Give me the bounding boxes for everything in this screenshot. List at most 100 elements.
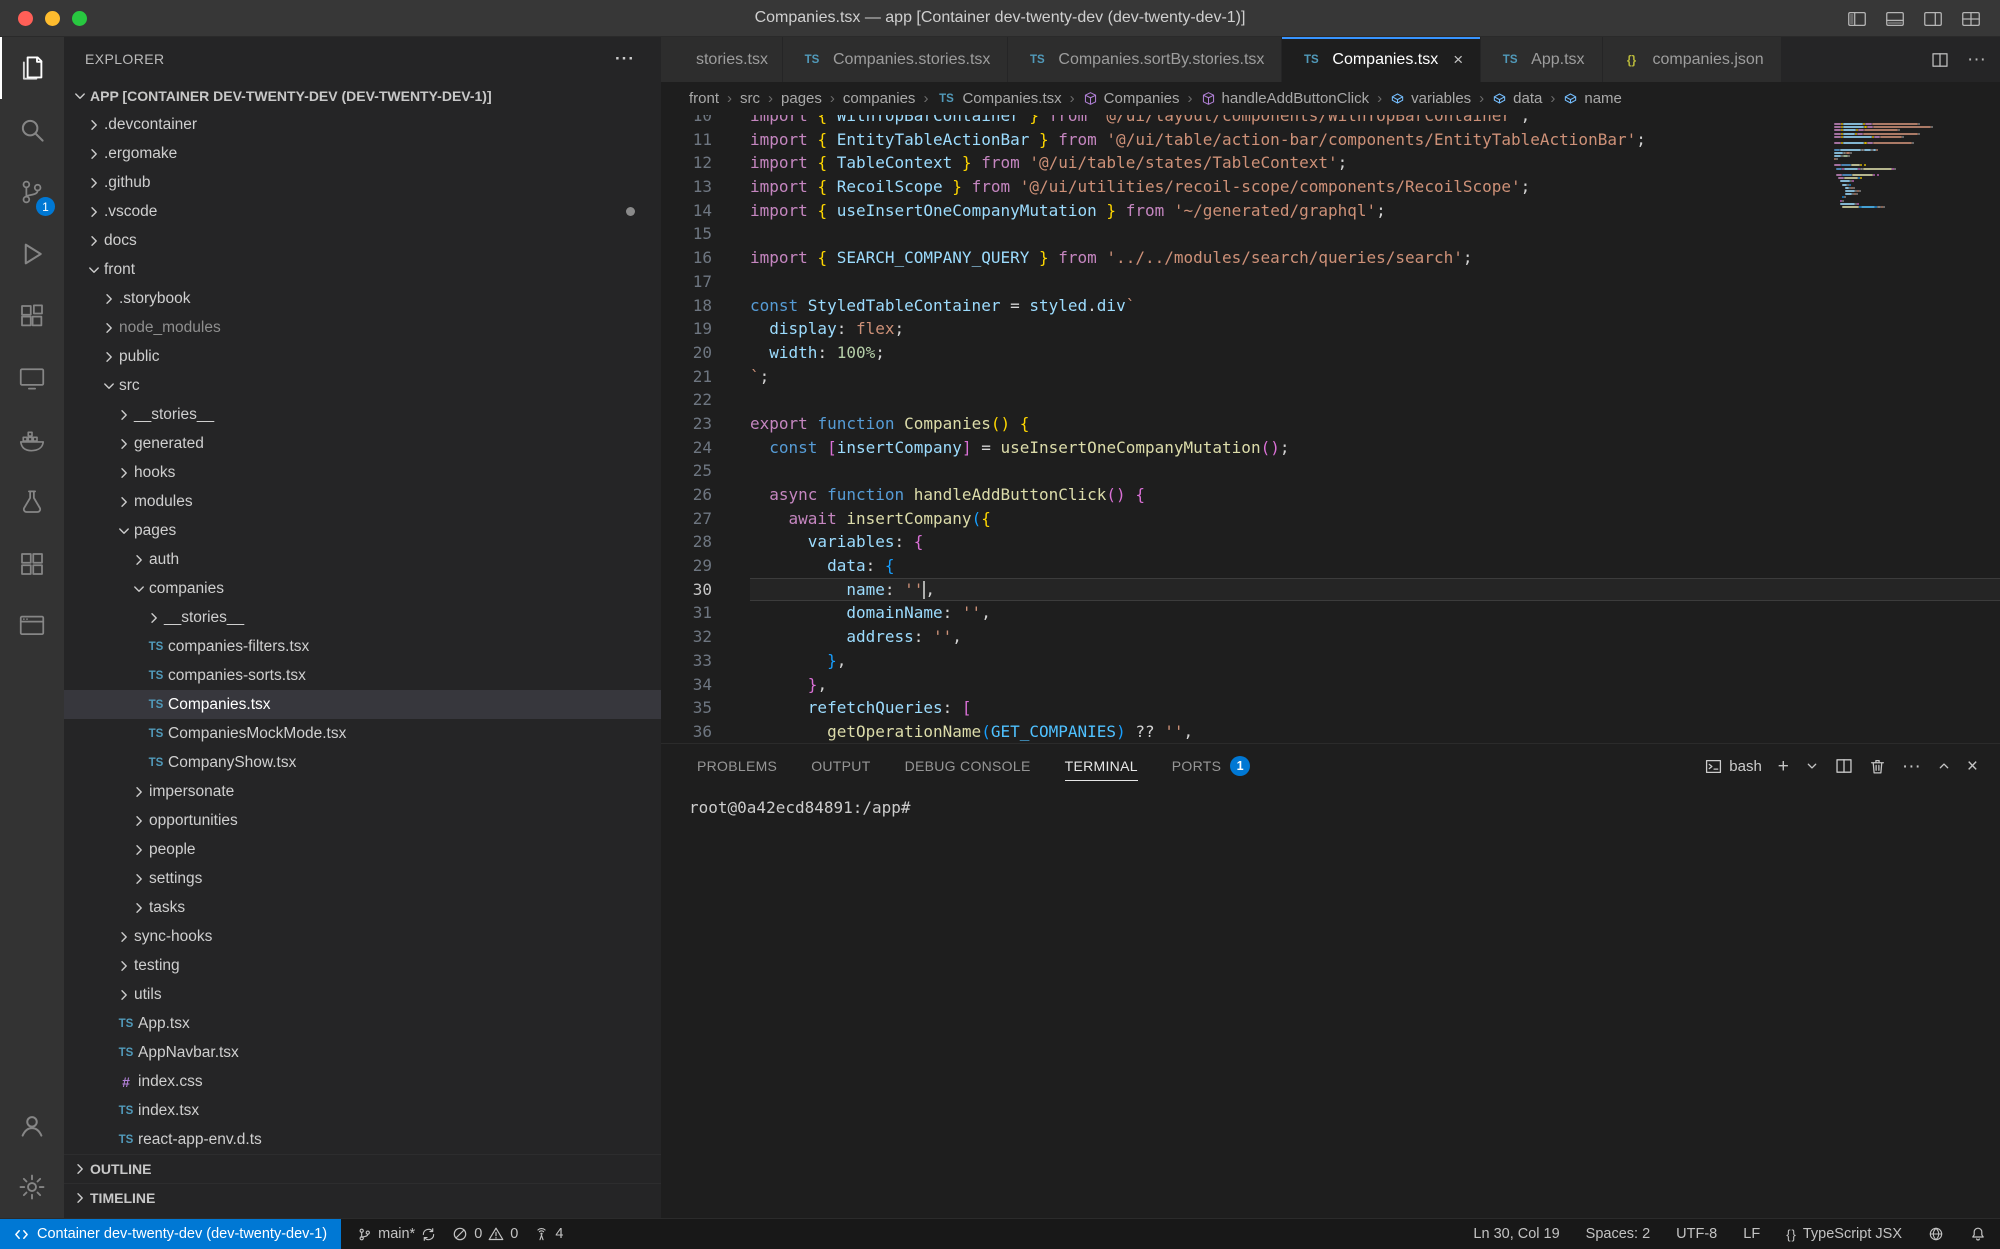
explorer-more-actions-icon[interactable]: ··· (615, 49, 635, 69)
zoom-window-button[interactable] (72, 11, 87, 26)
tree-item-companyshow-tsx[interactable]: TSCompanyShow.tsx (64, 748, 661, 777)
tree-item-sync-hooks[interactable]: sync-hooks (64, 922, 661, 951)
breadcrumb-companies-tsx[interactable]: TSCompanies.tsx (936, 90, 1061, 107)
panel-more-actions-icon[interactable]: ··· (1902, 757, 1921, 776)
kill-terminal-icon[interactable] (1869, 758, 1886, 775)
tree-item-index-tsx[interactable]: TSindex.tsx (64, 1096, 661, 1125)
activity-explorer[interactable] (0, 37, 64, 99)
tree-item-node-modules[interactable]: node_modules (64, 313, 661, 342)
toggle-primary-sidebar-icon[interactable] (1846, 8, 1868, 30)
activity-search[interactable] (0, 99, 64, 161)
tree-item-impersonate[interactable]: impersonate (64, 777, 661, 806)
close-panel-icon[interactable]: × (1967, 757, 1978, 776)
tree-item-devcontainer[interactable]: .devcontainer (64, 110, 661, 139)
tree-item-vscode[interactable]: .vscode (64, 197, 661, 226)
close-window-button[interactable] (18, 11, 33, 26)
tree-item-hooks[interactable]: hooks (64, 458, 661, 487)
problems-indicator[interactable]: 0 0 (452, 1226, 518, 1242)
breadcrumb-handleaddbuttonclick[interactable]: handleAddButtonClick (1201, 90, 1370, 107)
tree-item-people[interactable]: people (64, 835, 661, 864)
panel-tab-debug-console[interactable]: DEBUG CONSOLE (905, 744, 1031, 788)
breadcrumb-variables[interactable]: variables (1390, 90, 1471, 107)
code-editor[interactable]: 10import { WithTopBarContainer } from '@… (661, 115, 2000, 743)
tab-companies-stories-tsx[interactable]: TSCompanies.stories.tsx (783, 37, 1008, 82)
tree-item-src[interactable]: src (64, 371, 661, 400)
terminal-profiles-chevron-icon[interactable] (1805, 759, 1819, 773)
activity-remote-explorer[interactable] (0, 347, 64, 409)
tree-item-auth[interactable]: auth (64, 545, 661, 574)
new-terminal-icon[interactable]: + (1778, 757, 1789, 776)
tree-item-appnavbar-tsx[interactable]: TSAppNavbar.tsx (64, 1038, 661, 1067)
encoding-indicator[interactable]: UTF-8 (1676, 1226, 1717, 1242)
branch-indicator[interactable]: main* (357, 1226, 436, 1242)
tree-item-storybook[interactable]: .storybook (64, 284, 661, 313)
tree-item-utils[interactable]: utils (64, 980, 661, 1009)
tree-item-ergomake[interactable]: .ergomake (64, 139, 661, 168)
tree-item-settings[interactable]: settings (64, 864, 661, 893)
breadcrumb-name[interactable]: name (1563, 90, 1622, 107)
tab-stories-tsx[interactable]: stories.tsx (661, 37, 783, 82)
toggle-secondary-sidebar-icon[interactable] (1922, 8, 1944, 30)
tab-companies-tsx[interactable]: TSCompanies.tsx× (1282, 37, 1481, 82)
minimap[interactable] (1834, 119, 1986, 209)
toggle-panel-icon[interactable] (1884, 8, 1906, 30)
panel-tab-ports[interactable]: PORTS1 (1172, 744, 1250, 788)
feedback-indicator[interactable] (1928, 1226, 1944, 1242)
tree-item-companies-filters-tsx[interactable]: TScompanies-filters.tsx (64, 632, 661, 661)
tab-companies-json[interactable]: {}companies.json (1603, 37, 1782, 82)
maximize-panel-icon[interactable] (1937, 759, 1951, 773)
tree-item-companies[interactable]: companies (64, 574, 661, 603)
breadcrumb-front[interactable]: front (689, 90, 719, 107)
close-tab-icon[interactable]: × (1453, 50, 1463, 70)
split-editor-icon[interactable] (1931, 51, 1949, 69)
activity-accounts[interactable] (0, 1094, 64, 1156)
tree-item-stories[interactable]: __stories__ (64, 400, 661, 429)
workspace-root-folder[interactable]: APP [CONTAINER DEV-TWENTY-DEV (DEV-TWENT… (64, 81, 661, 110)
timeline-section-header[interactable]: TIMELINE (64, 1183, 661, 1212)
cursor-position[interactable]: Ln 30, Col 19 (1473, 1226, 1559, 1242)
editor-more-actions-icon[interactable]: ··· (1967, 50, 1986, 69)
notifications-indicator[interactable] (1970, 1226, 1986, 1242)
breadcrumb-data[interactable]: data (1492, 90, 1542, 107)
tree-item-github[interactable]: .github (64, 168, 661, 197)
activity-extensions[interactable] (0, 285, 64, 347)
tree-item-stories[interactable]: __stories__ (64, 603, 661, 632)
customize-layout-icon[interactable] (1960, 8, 1982, 30)
activity-source-control[interactable]: 1 (0, 161, 64, 223)
panel-tab-output[interactable]: OUTPUT (811, 744, 870, 788)
terminal[interactable]: root@0a42ecd84891:/app# (661, 788, 2000, 817)
tree-item-modules[interactable]: modules (64, 487, 661, 516)
tree-item-pages[interactable]: pages (64, 516, 661, 545)
tree-item-front[interactable]: front (64, 255, 661, 284)
breadcrumb-pages[interactable]: pages (781, 90, 822, 107)
breadcrumb-companies[interactable]: companies (843, 90, 916, 107)
panel-tab-terminal[interactable]: TERMINAL (1065, 744, 1138, 788)
activity-run-debug[interactable] (0, 223, 64, 285)
activity-testing[interactable] (0, 471, 64, 533)
tree-item-index-css[interactable]: #index.css (64, 1067, 661, 1096)
tree-item-generated[interactable]: generated (64, 429, 661, 458)
activity-docker[interactable] (0, 409, 64, 471)
tree-item-app-tsx[interactable]: TSApp.tsx (64, 1009, 661, 1038)
tree-item-public[interactable]: public (64, 342, 661, 371)
tree-item-tasks[interactable]: tasks (64, 893, 661, 922)
activity-settings[interactable] (0, 1156, 64, 1218)
panel-tab-problems[interactable]: PROBLEMS (697, 744, 777, 788)
minimize-window-button[interactable] (45, 11, 60, 26)
breadcrumb-src[interactable]: src (740, 90, 760, 107)
terminal-shell-selector[interactable]: bash (1705, 758, 1762, 775)
tree-item-testing[interactable]: testing (64, 951, 661, 980)
tree-item-companies-tsx[interactable]: TSCompanies.tsx (64, 690, 661, 719)
tree-item-docs[interactable]: docs (64, 226, 661, 255)
activity-kubernetes[interactable] (0, 533, 64, 595)
split-terminal-icon[interactable] (1835, 757, 1853, 775)
activity-live-preview[interactable] (0, 595, 64, 657)
tree-item-companies-sorts-tsx[interactable]: TScompanies-sorts.tsx (64, 661, 661, 690)
tree-item-opportunities[interactable]: opportunities (64, 806, 661, 835)
outline-section-header[interactable]: OUTLINE (64, 1154, 661, 1183)
ports-indicator[interactable]: 4 (534, 1226, 563, 1242)
language-mode[interactable]: {} TypeScript JSX (1786, 1226, 1902, 1242)
tree-item-companiesmockmode-tsx[interactable]: TSCompaniesMockMode.tsx (64, 719, 661, 748)
eol-indicator[interactable]: LF (1743, 1226, 1760, 1242)
remote-indicator[interactable]: Container dev-twenty-dev (dev-twenty-dev… (0, 1219, 341, 1249)
